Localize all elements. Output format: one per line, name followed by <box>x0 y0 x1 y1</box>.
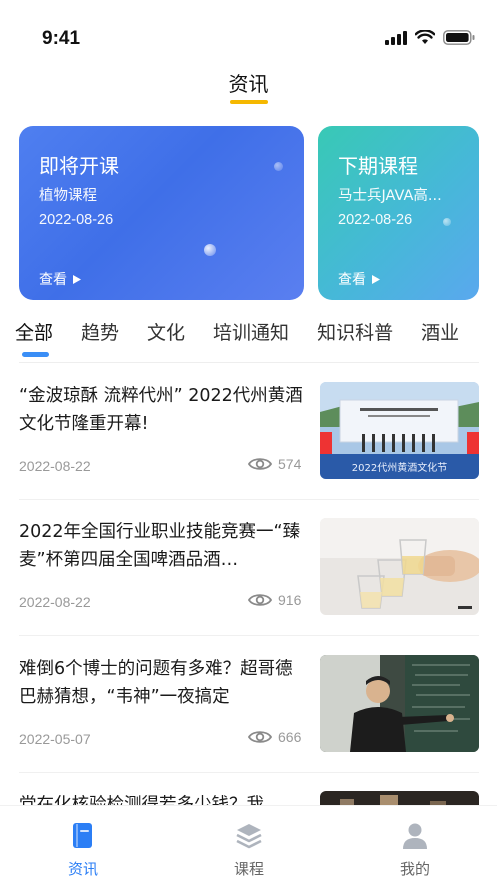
view-count: 574 <box>278 456 302 472</box>
news-title: 2022年全国行业职业技能竞赛一“臻麦”杯第四届全国啤酒品酒… <box>19 522 301 570</box>
card-title: 下期课程 <box>338 154 418 178</box>
bubble-decoration <box>204 244 216 256</box>
book-icon <box>73 823 92 848</box>
user-icon <box>403 823 427 849</box>
status-time: 9:41 <box>42 28 81 49</box>
nav-courses[interactable]: 课程 <box>209 822 289 879</box>
card-subtitle: 植物课程 <box>39 188 97 204</box>
active-tab-indicator <box>22 352 49 357</box>
nav-label: 资讯 <box>67 860 98 878</box>
news-date: 2022-08-22 <box>19 594 91 610</box>
bottom-nav: 资讯 课程 我的 <box>0 805 497 883</box>
news-divider <box>19 635 479 636</box>
news-item[interactable]: “金波琼酥 流粹代州” 2022代州黄酒文化节隆重开幕! 2022-08-22 … <box>19 382 479 502</box>
nav-label: 课程 <box>233 860 264 878</box>
news-divider <box>19 772 479 773</box>
news-item[interactable]: 难倒6个博士的问题有多难？超哥德巴赫猜想，“韦神”一夜搞定 2022-05-07… <box>19 655 479 775</box>
news-item[interactable]: 2022年全国行业职业技能竞赛一“臻麦”杯第四届全国啤酒品酒… 2022-08-… <box>19 518 479 638</box>
tab-liquor-industry[interactable]: 酒业 <box>421 318 459 345</box>
eye-icon <box>248 458 272 470</box>
tab-training-notice[interactable]: 培训通知 <box>213 318 289 345</box>
nav-profile[interactable]: 我的 <box>375 822 455 879</box>
news-thumbnail <box>320 655 479 752</box>
wifi-icon <box>415 30 435 44</box>
status-icons <box>385 30 475 45</box>
tab-all[interactable]: 全部 <box>15 318 53 345</box>
view-label: 查看 <box>338 272 366 288</box>
news-views: 666 <box>248 729 301 745</box>
bubble-decoration <box>443 218 451 226</box>
news-views: 574 <box>248 456 301 472</box>
tab-knowledge[interactable]: 知识科普 <box>317 318 393 345</box>
news-views: 916 <box>248 592 301 608</box>
card-view-link[interactable]: 查看 <box>338 269 380 289</box>
layers-icon <box>236 824 262 849</box>
news-date: 2022-08-22 <box>19 458 91 474</box>
tabs-divider <box>19 362 479 363</box>
news-thumbnail: 2022代州黄酒文化节 <box>320 382 479 479</box>
news-divider <box>19 499 479 500</box>
card-view-link[interactable]: 查看 <box>39 269 81 289</box>
view-count: 666 <box>278 729 302 745</box>
nav-news[interactable]: 资讯 <box>43 822 123 879</box>
card-date: 2022-08-26 <box>39 212 114 228</box>
category-tabs: 全部 趋势 文化 培训通知 知识科普 酒业 <box>15 318 487 345</box>
eye-icon <box>248 594 272 606</box>
news-title: 难倒6个博士的问题有多难？超哥德巴赫猜想，“韦神”一夜搞定 <box>19 659 293 707</box>
card-date: 2022-08-26 <box>338 212 413 228</box>
tab-trend[interactable]: 趋势 <box>81 318 119 345</box>
next-course-card[interactable]: 下期课程 马士兵JAVA高... 2022-08-26 查看 <box>318 126 479 300</box>
news-thumbnail <box>320 518 479 615</box>
thumbnail-banner-text: 2022代州黄酒文化节 <box>352 461 447 474</box>
battery-icon <box>443 30 475 45</box>
news-date: 2022-05-07 <box>19 731 91 747</box>
card-title: 即将开课 <box>39 154 119 178</box>
title-underline <box>230 100 268 104</box>
nav-label: 我的 <box>399 860 430 878</box>
news-title: “金波琼酥 流粹代州” 2022代州黄酒文化节隆重开幕! <box>19 386 303 434</box>
play-arrow-icon <box>372 274 380 284</box>
eye-icon <box>248 731 272 743</box>
tab-culture[interactable]: 文化 <box>147 318 185 345</box>
bubble-decoration <box>274 162 283 171</box>
view-count: 916 <box>278 592 302 608</box>
card-subtitle: 马士兵JAVA高... <box>338 188 442 204</box>
upcoming-course-card[interactable]: 即将开课 植物课程 2022-08-26 查看 <box>19 126 304 300</box>
play-arrow-icon <box>73 274 81 284</box>
status-bar: 9:41 <box>0 0 497 60</box>
cellular-signal-icon <box>385 30 407 45</box>
page-title: 资讯 <box>228 72 269 96</box>
view-label: 查看 <box>39 272 67 288</box>
